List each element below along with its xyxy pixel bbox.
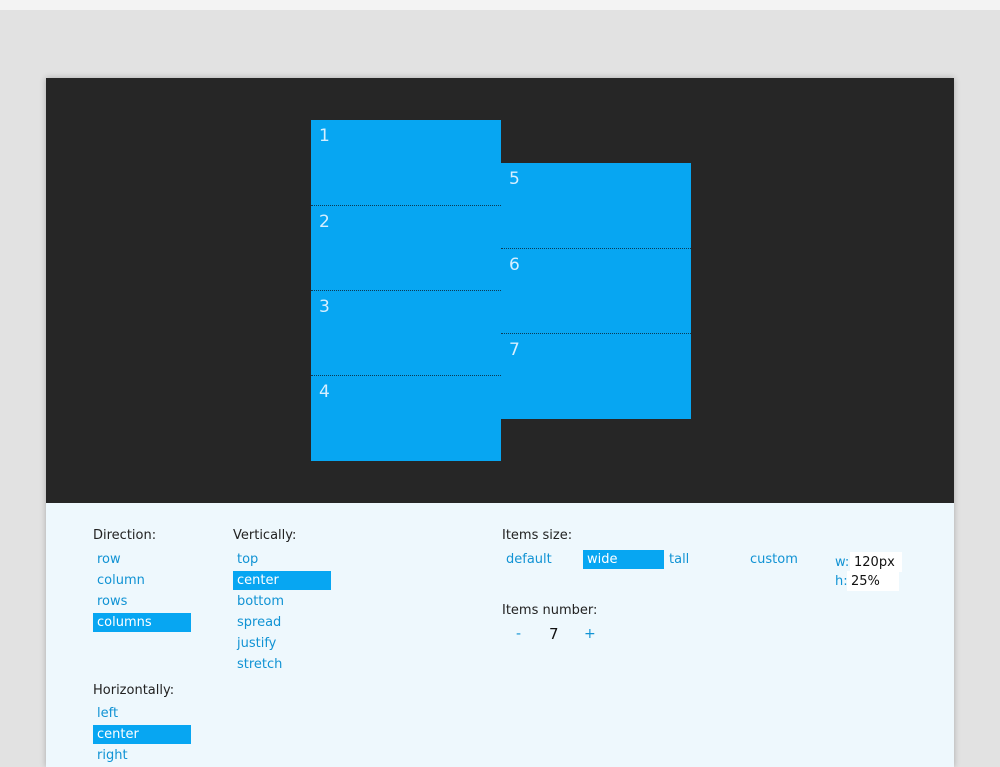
flex-item-label: 1 <box>319 126 330 146</box>
flex-item-label: 6 <box>509 255 520 275</box>
vertical-option-top[interactable]: top <box>233 550 331 569</box>
flex-item-7: 7 <box>501 333 691 419</box>
flex-item-5: 5 <box>501 163 691 249</box>
size-option-tall[interactable]: tall <box>665 550 725 569</box>
horizontal-option-right[interactable]: right <box>93 746 191 765</box>
vertical-option-spread[interactable]: spread <box>233 613 331 632</box>
vertical-option-bottom[interactable]: bottom <box>233 592 331 611</box>
top-strip <box>0 0 1000 10</box>
direction-option-rows[interactable]: rows <box>93 592 191 611</box>
width-label: w: <box>835 555 850 570</box>
flex-item-6: 6 <box>501 248 691 334</box>
flex-item-3: 3 <box>311 290 501 376</box>
flex-item-label: 5 <box>509 169 520 189</box>
demo-card: 1 2 3 4 5 6 7 Direction: row column rows… <box>46 78 954 767</box>
items-number-value: 7 <box>549 625 559 643</box>
size-option-wide[interactable]: wide <box>583 550 664 569</box>
height-input[interactable] <box>847 571 899 591</box>
direction-option-columns[interactable]: columns <box>93 613 191 632</box>
flex-item-label: 7 <box>509 340 520 360</box>
increment-button[interactable]: + <box>584 626 596 642</box>
flex-item-4: 4 <box>311 375 501 461</box>
flex-item-label: 2 <box>319 212 330 232</box>
items-number-label: Items number: <box>502 603 598 618</box>
vertical-option-center[interactable]: center <box>233 571 331 590</box>
vertically-label: Vertically: <box>233 528 297 543</box>
flex-item-1: 1 <box>311 120 501 206</box>
size-option-default[interactable]: default <box>502 550 572 569</box>
flex-stage: 1 2 3 4 5 6 7 <box>46 78 954 503</box>
direction-option-column[interactable]: column <box>93 571 191 590</box>
items-size-label: Items size: <box>502 528 573 543</box>
vertical-option-justify[interactable]: justify <box>233 634 331 653</box>
height-label: h: <box>835 574 848 589</box>
controls-panel: Direction: row column rows columns Horiz… <box>46 503 954 767</box>
horizontal-option-left[interactable]: left <box>93 704 191 723</box>
flex-item-label: 3 <box>319 297 330 317</box>
direction-label: Direction: <box>93 528 157 543</box>
decrement-button[interactable]: - <box>516 626 521 642</box>
width-input[interactable] <box>850 552 902 572</box>
vertical-option-stretch[interactable]: stretch <box>233 655 331 674</box>
flex-item-2: 2 <box>311 205 501 291</box>
size-option-custom[interactable]: custom <box>746 550 816 569</box>
horizontally-label: Horizontally: <box>93 683 175 698</box>
horizontal-option-center[interactable]: center <box>93 725 191 744</box>
flex-item-label: 4 <box>319 382 330 402</box>
direction-option-row[interactable]: row <box>93 550 191 569</box>
